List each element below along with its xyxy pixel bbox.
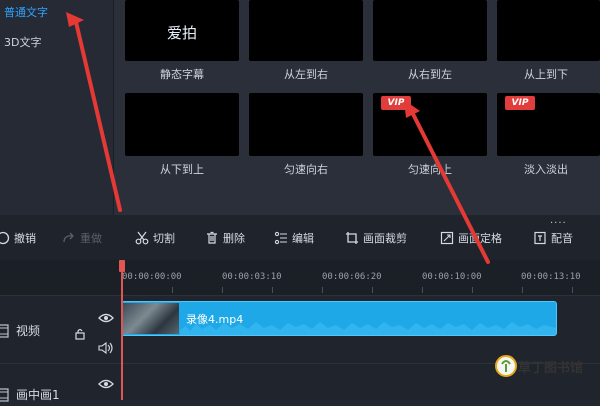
watermark-text: 草丁图书馆: [518, 361, 584, 376]
annotation-arrows: [66, 12, 490, 264]
watermark: 草丁图书馆: [494, 352, 594, 382]
watermark-logo-icon: [495, 355, 517, 377]
